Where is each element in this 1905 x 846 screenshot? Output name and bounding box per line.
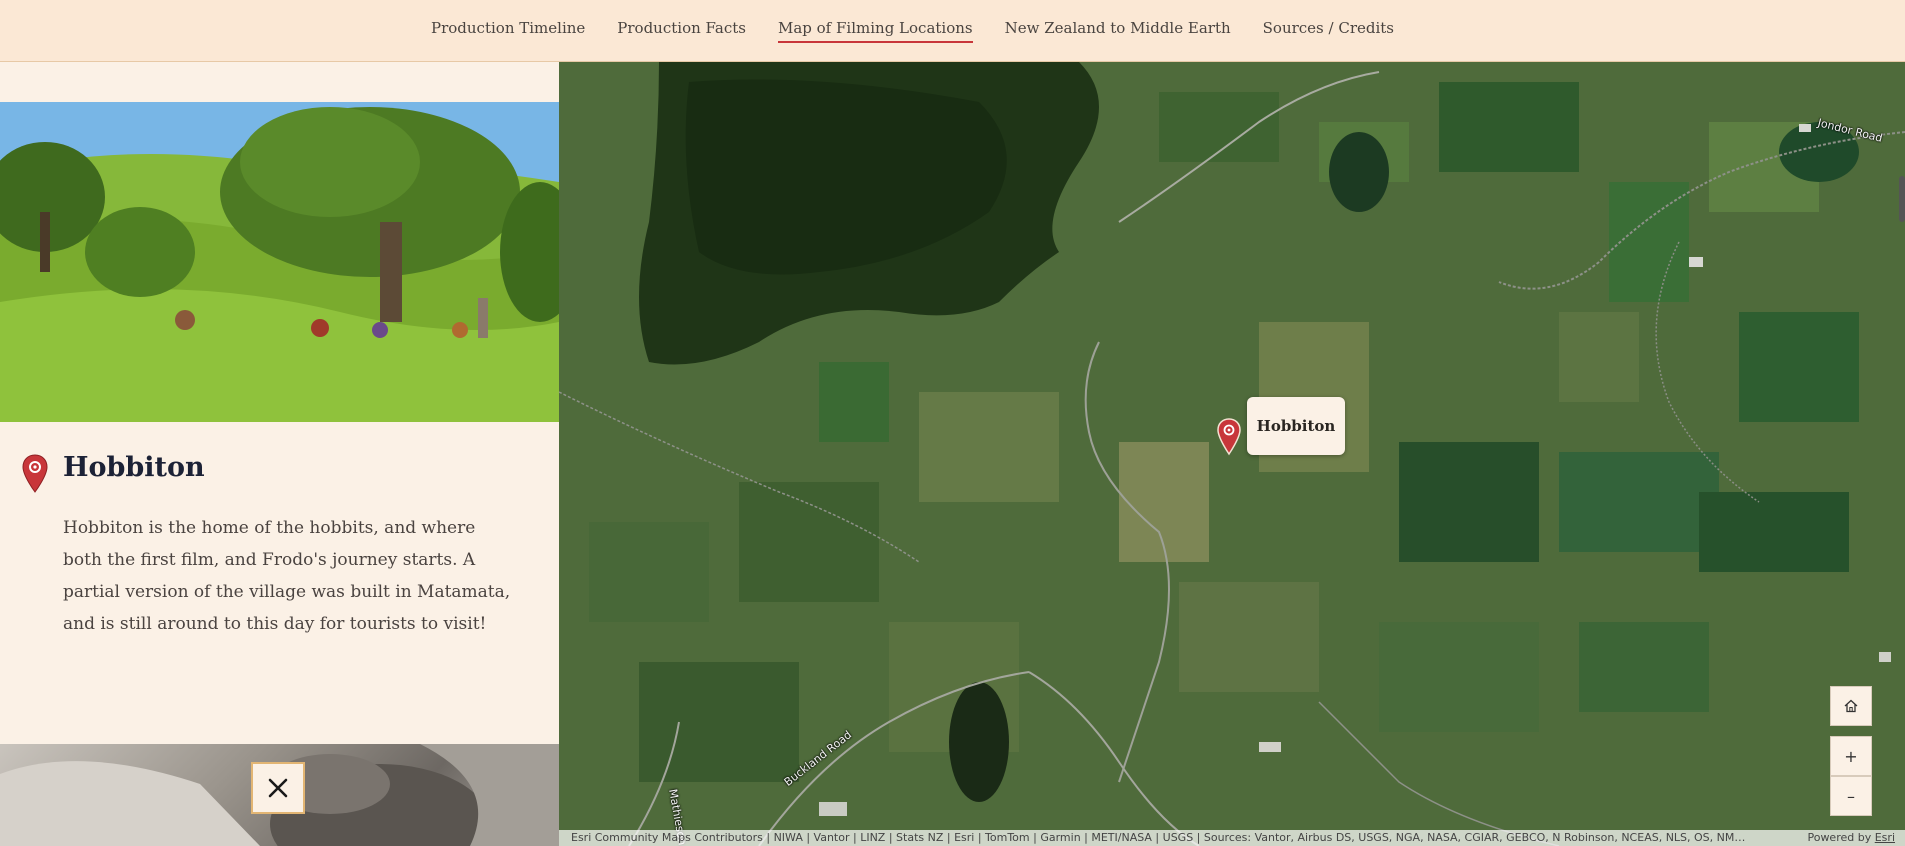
home-icon (1844, 699, 1858, 713)
esri-link[interactable]: Esri (1875, 831, 1895, 844)
map-attribution: Esri Community Maps Contributors | NIWA … (559, 830, 1905, 846)
hobbiton-photo (0, 102, 559, 422)
location-title: Hobbiton (63, 452, 205, 483)
nav-new-zealand-to-middle-earth[interactable]: New Zealand to Middle Earth (1005, 19, 1231, 43)
close-icon (268, 778, 288, 798)
page-scrollbar[interactable] (1899, 176, 1905, 222)
map-controls: + – (1830, 686, 1872, 816)
location-description: Hobbiton is the home of the hobbits, and… (63, 518, 511, 634)
hobbiton-photo-illustration (0, 102, 559, 422)
nav-production-facts[interactable]: Production Facts (617, 19, 746, 43)
map-pin-icon (1217, 418, 1241, 456)
hobbiton-map-marker[interactable] (1217, 418, 1241, 456)
nav-production-timeline[interactable]: Production Timeline (431, 19, 585, 43)
close-button[interactable] (251, 762, 305, 814)
nav-list: Production Timeline Production Facts Map… (431, 19, 1394, 43)
location-popup[interactable]: Hobbiton (1247, 397, 1345, 455)
zoom-in-button[interactable]: + (1830, 736, 1872, 776)
powered-by: Powered by Esri (1807, 830, 1895, 846)
powered-by-prefix: Powered by (1807, 831, 1875, 844)
map-view[interactable]: Jondor Road Buckland Road Mathieson Ro H… (559, 62, 1905, 846)
nav-map-of-filming-locations[interactable]: Map of Filming Locations (777, 19, 973, 43)
top-navigation: Production Timeline Production Facts Map… (0, 0, 1905, 62)
location-detail-panel: Hobbiton Hobbiton is the home of the hob… (0, 62, 559, 846)
attribution-text: Esri Community Maps Contributors | NIWA … (571, 831, 1751, 844)
home-button[interactable] (1830, 686, 1872, 726)
map-pin-icon (22, 454, 48, 494)
nav-sources-credits[interactable]: Sources / Credits (1263, 19, 1394, 43)
zoom-out-button[interactable]: – (1830, 776, 1872, 816)
